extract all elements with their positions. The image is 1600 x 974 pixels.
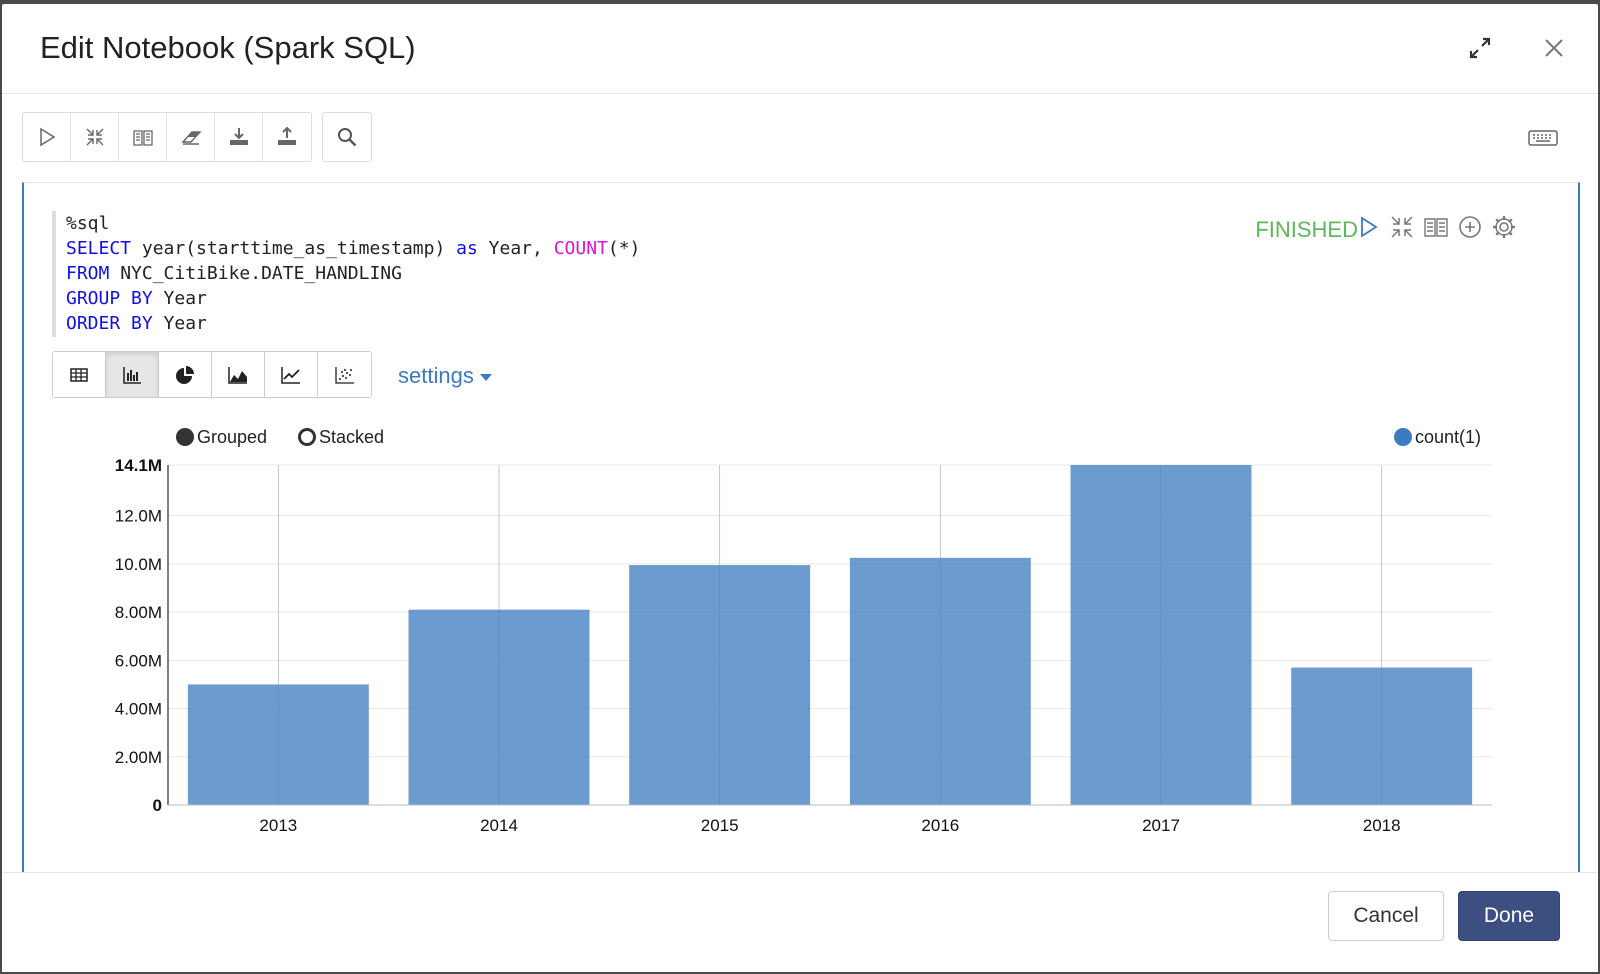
code-token: GROUP BY <box>66 288 153 309</box>
y-tick-label: 2.00M <box>115 748 162 767</box>
scatter-chart-icon <box>334 366 354 384</box>
paragraph-settings-button[interactable] <box>1490 213 1518 241</box>
code-token: %sql <box>66 213 110 234</box>
area-chart-icon <box>228 366 247 384</box>
collapse-paragraph-button[interactable] <box>1388 213 1416 241</box>
pie-chart-icon <box>176 365 194 384</box>
y-tick-label: 12.0M <box>115 507 162 526</box>
pie-chart-button[interactable] <box>159 352 212 397</box>
notebook-toolbar <box>22 112 382 162</box>
show-output-button[interactable] <box>119 113 167 161</box>
code-line: ORDER BY Year <box>66 311 752 336</box>
upload-icon <box>278 126 296 145</box>
code-token: FROM <box>66 263 110 284</box>
table-view-button[interactable] <box>53 352 106 397</box>
code-token: ORDER BY <box>66 313 153 334</box>
code-line: SELECT year(starttime_as_timestamp) as Y… <box>66 236 752 261</box>
done-button[interactable]: Done <box>1458 891 1560 941</box>
grouped-label: Grouped <box>197 427 268 447</box>
x-tick-label: 2013 <box>259 816 297 835</box>
bar-chart: 0 2.00M 4.00M 6.00M 8.00M 10.0M 12.0M 14.1M 2013… <box>115 456 1492 835</box>
legend-label: count(1) <box>1415 427 1482 447</box>
x-tick-label: 2014 <box>480 816 518 835</box>
search-button[interactable] <box>323 113 371 161</box>
x-tick-label: 2018 <box>1363 816 1401 835</box>
y-tick-label: 8.00M <box>115 603 162 622</box>
y-tick-label: 14.1M <box>115 456 162 475</box>
paragraph-status: FINISHED <box>1255 217 1358 242</box>
collapse-icon <box>86 128 103 146</box>
dialog-header: Edit Notebook (Spark SQL) <box>2 4 1598 94</box>
code-token: (*) <box>607 238 641 259</box>
area-chart-button[interactable] <box>212 352 265 397</box>
line-chart-button[interactable] <box>265 352 318 397</box>
x-tick-label: 2015 <box>701 816 739 835</box>
run-icon <box>39 127 55 147</box>
line-chart-icon <box>281 366 300 384</box>
close-icon[interactable] <box>1538 32 1570 64</box>
grouped-option[interactable]: Grouped <box>176 427 267 448</box>
notebook-paragraph: %sql SELECT year(starttime_as_timestamp) … <box>22 182 1580 882</box>
settings-label: settings <box>398 363 474 388</box>
export-button[interactable] <box>215 113 263 161</box>
radio-selected-icon <box>176 428 194 446</box>
download-icon <box>229 128 248 145</box>
eraser-icon <box>180 131 202 145</box>
paragraph-output-button[interactable] <box>1422 213 1450 241</box>
table-icon <box>70 367 88 382</box>
chart-legend-item[interactable]: count(1) <box>1394 427 1481 448</box>
bar-chart-button[interactable] <box>106 352 159 397</box>
code-line: GROUP BY Year <box>66 286 752 311</box>
run-icon <box>1361 216 1378 238</box>
add-paragraph-button[interactable] <box>1456 213 1484 241</box>
code-token: year(starttime_as_timestamp) <box>131 238 457 259</box>
scatter-chart-button[interactable] <box>318 352 371 397</box>
keyboard-icon[interactable] <box>1528 128 1558 148</box>
code-token: Year <box>152 288 207 309</box>
import-button[interactable] <box>263 113 311 161</box>
search-group <box>322 112 372 162</box>
stacked-label: Stacked <box>319 427 385 447</box>
chart-settings-toggle[interactable]: settings <box>398 363 492 389</box>
stacked-option[interactable]: Stacked <box>298 427 384 448</box>
collapse-icon <box>1391 216 1413 238</box>
add-icon <box>1459 216 1481 238</box>
expand-icon[interactable] <box>1464 32 1496 64</box>
edit-notebook-dialog: Edit Notebook (Spark SQL) %sql SELECT ye… <box>2 4 1598 972</box>
search-icon <box>338 128 357 147</box>
y-tick-label: 10.0M <box>115 555 162 574</box>
code-token: NYC_CitiBike.DATE_HANDLING <box>109 263 402 284</box>
code-token: COUNT <box>553 238 608 259</box>
gear-icon <box>1493 216 1515 238</box>
book-icon <box>1424 218 1448 237</box>
dialog-footer: Cancel Done <box>2 872 1598 972</box>
visualization-switcher <box>52 351 372 398</box>
sql-code-editor[interactable]: %sql SELECT year(starttime_as_timestamp) … <box>52 211 752 337</box>
code-token: Year <box>152 313 207 334</box>
legend-swatch <box>1394 428 1412 446</box>
y-tick-label: 4.00M <box>115 700 162 719</box>
x-tick-label: 2017 <box>1142 816 1180 835</box>
code-token: SELECT <box>66 238 132 259</box>
dialog-title: Edit Notebook (Spark SQL) <box>40 30 416 65</box>
radio-unselected-icon <box>298 428 316 446</box>
code-line: %sql <box>66 211 752 236</box>
y-tick-label: 0 <box>153 796 162 815</box>
notebook-actions <box>22 112 312 162</box>
caret-down-icon <box>479 373 492 381</box>
clear-output-button[interactable] <box>167 113 215 161</box>
code-token: Year, <box>477 238 554 259</box>
run-paragraph-button[interactable] <box>1354 213 1382 241</box>
bar-chart-icon <box>123 366 141 384</box>
run-all-button[interactable] <box>23 113 71 161</box>
collapse-code-button[interactable] <box>71 113 119 161</box>
code-line: FROM NYC_CitiBike.DATE_HANDLING <box>66 261 752 286</box>
code-token: as <box>456 238 478 259</box>
cancel-button[interactable]: Cancel <box>1328 891 1444 941</box>
y-tick-label: 6.00M <box>115 651 162 670</box>
book-icon <box>132 130 153 146</box>
x-tick-label: 2016 <box>921 816 959 835</box>
